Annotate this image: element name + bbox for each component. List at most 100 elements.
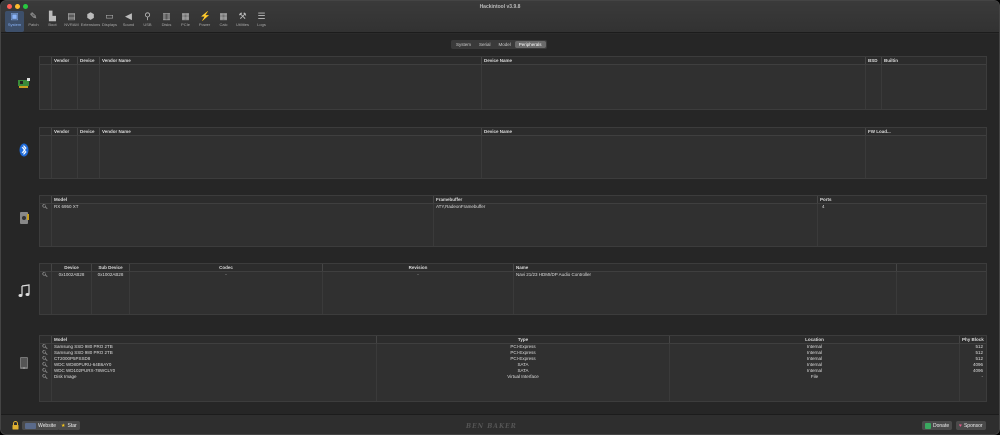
patch-icon: ✎	[29, 11, 38, 21]
toolbar-patch[interactable]: ✎ Patch	[24, 11, 43, 32]
toolbar-calc[interactable]: ▦ Calc	[214, 11, 233, 32]
audio-table[interactable]: Device Sub Device Codec Revision Name 🔍︎…	[39, 263, 987, 315]
pcie-icon: ▦	[181, 11, 190, 21]
toolbar-logs[interactable]: ☰ Logs	[252, 11, 271, 32]
usb-icon: ⚲	[144, 11, 151, 21]
bottom-bar: Website ★ Star BEN BAKER Donate ♥ Sponso…	[1, 414, 999, 434]
col-builtin[interactable]: Builtin	[882, 57, 986, 64]
globe-icon	[25, 422, 36, 429]
lock-icon[interactable]	[12, 421, 19, 430]
heart-icon: ♥	[959, 422, 962, 429]
col-bsd[interactable]: BSD	[866, 57, 882, 64]
toolbar-label: Logs	[257, 22, 266, 27]
toolbar-pcie[interactable]: ▦ PCIe	[176, 11, 195, 32]
toolbar-label: System	[7, 22, 22, 27]
col-name[interactable]: Name	[514, 264, 897, 271]
logs-icon: ☰	[257, 11, 266, 21]
toolbar-label: Calc	[219, 22, 228, 27]
toolbar-utilities[interactable]: ⚒ Utilities	[233, 11, 252, 32]
graphics-table-header: Model Framebuffer Ports	[40, 196, 986, 204]
bluetooth-table-header: Vendor Device Vendor Name Device Name FW…	[40, 128, 986, 136]
displays-icon: ▭	[105, 11, 114, 21]
calc-icon: ▦	[219, 11, 228, 21]
toolbar-label: USB	[143, 22, 152, 27]
bluetooth-icon	[15, 141, 33, 159]
col-fw-load[interactable]: FW Load...	[866, 128, 986, 135]
col-device[interactable]: Device	[52, 264, 92, 271]
sponsor-button[interactable]: ♥ Sponsor	[956, 421, 986, 430]
col-framebuffer[interactable]: Framebuffer	[434, 196, 818, 203]
toolbar-label: Displays	[101, 22, 118, 27]
col-vendor[interactable]: Vendor	[52, 57, 78, 64]
donate-icon	[925, 422, 931, 429]
network-card-icon	[15, 74, 33, 92]
tab-model[interactable]: Model	[495, 41, 515, 48]
power-icon: ⚡	[199, 11, 211, 21]
toolbar-label: NVRAM	[64, 22, 79, 27]
toolbar-label: PCIe	[181, 22, 190, 27]
network-table[interactable]: Vendor Device Vendor Name Device Name BS…	[39, 56, 987, 110]
nvram-icon: ▤	[67, 11, 76, 21]
extensions-icon: ⬢	[86, 11, 95, 21]
audio-table-header: Device Sub Device Codec Revision Name	[40, 264, 986, 272]
toolbar-label: Extensions	[80, 22, 101, 27]
col-device-name[interactable]: Device Name	[482, 128, 866, 135]
toolbar-sound[interactable]: ◀ Sound	[119, 11, 138, 32]
toolbar-label: Patch	[28, 22, 39, 27]
graphics-card-icon	[15, 209, 33, 227]
donate-button[interactable]: Donate	[922, 421, 953, 430]
star-label: Star	[67, 422, 77, 429]
col-revision[interactable]: Revision	[323, 264, 514, 271]
sound-icon: ◀	[125, 11, 132, 21]
star-button[interactable]: ★ Star	[58, 421, 80, 430]
col-type[interactable]: Type	[377, 336, 670, 343]
toolbar-displays[interactable]: ▭ Displays	[100, 11, 119, 32]
website-label: Website	[38, 422, 56, 429]
toolbar-system[interactable]: ▣ System	[5, 11, 24, 32]
title-bar: Hackintool v3.9.8 ▣ System ✎ Patch ▙ Boot ▤ NVR…	[1, 1, 999, 33]
tab-bar: System Serial Model Peripherals	[451, 40, 547, 49]
website-button[interactable]: Website	[22, 421, 59, 430]
window-title: Hackintool v3.9.8	[479, 4, 521, 10]
graphics-table[interactable]: Model Framebuffer Ports 🔍︎ RX 6950 XT AT…	[39, 195, 987, 247]
col-vendor[interactable]: Vendor	[52, 128, 78, 135]
storage-table-header: Model Type Location Phy Block	[40, 336, 986, 344]
tab-system[interactable]: System	[452, 41, 475, 48]
storage-table[interactable]: Model Type Location Phy Block 🔍︎ Samsung …	[39, 335, 987, 402]
ben-baker-logo: BEN BAKER	[466, 423, 517, 430]
system-icon: ▣	[10, 11, 19, 21]
disks-icon: ▥	[162, 11, 171, 21]
toolbar-nvram[interactable]: ▤ NVRAM	[62, 11, 81, 32]
app-window: Hackintool v3.9.8 ▣ System ✎ Patch ▙ Boot ▤ NVR…	[0, 0, 1000, 435]
toolbar-disks[interactable]: ▥ Disks	[157, 11, 176, 32]
toolbar-usb[interactable]: ⚲ USB	[138, 11, 157, 32]
main-content: System Serial Model Peripherals Vendor Devi…	[1, 34, 999, 414]
toolbar-label: Boot	[48, 22, 57, 27]
utilities-icon: ⚒	[238, 11, 247, 21]
col-device[interactable]: Device	[78, 128, 100, 135]
boot-icon: ▙	[49, 11, 56, 21]
donate-label: Donate	[933, 422, 950, 429]
col-model[interactable]: Model	[52, 336, 377, 343]
col-device[interactable]: Device	[78, 57, 100, 64]
tab-peripherals[interactable]: Peripherals	[514, 41, 546, 48]
col-vendor-name[interactable]: Vendor Name	[100, 128, 482, 135]
toolbar-label: Power	[198, 22, 211, 27]
col-device-name[interactable]: Device Name	[482, 57, 866, 64]
col-sub-device[interactable]: Sub Device	[92, 264, 130, 271]
toolbar-extensions[interactable]: ⬢ Extensions	[80, 11, 101, 32]
toolbar-boot[interactable]: ▙ Boot	[43, 11, 62, 32]
col-codec[interactable]: Codec	[130, 264, 323, 271]
bluetooth-table[interactable]: Vendor Device Vendor Name Device Name FW…	[39, 127, 987, 179]
music-note-icon	[15, 282, 33, 300]
col-ports[interactable]: Ports	[818, 196, 986, 203]
tab-serial[interactable]: Serial	[475, 41, 495, 48]
col-model[interactable]: Model	[52, 196, 434, 203]
col-vendor-name[interactable]: Vendor Name	[100, 57, 482, 64]
col-location[interactable]: Location	[670, 336, 960, 343]
star-icon: ★	[61, 422, 66, 429]
storage-icon	[15, 354, 33, 372]
toolbar: ▣ System ✎ Patch ▙ Boot ▤ NVRAM ⬢ Extensions ▭ Disp…	[5, 11, 271, 32]
toolbar-power[interactable]: ⚡ Power	[195, 11, 214, 32]
col-phy-block[interactable]: Phy Block	[960, 336, 986, 343]
